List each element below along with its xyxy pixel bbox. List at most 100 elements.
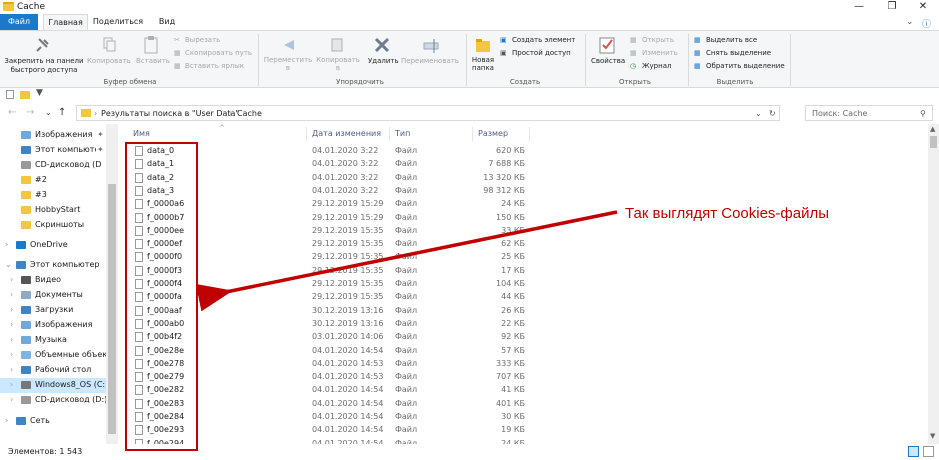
properties-icon [599, 37, 615, 54]
address-dropdown-icon[interactable]: ⌄ [755, 109, 762, 118]
nav-item[interactable]: › Документы [0, 288, 106, 303]
file-date: 04.01.2020 3:22 [312, 159, 379, 169]
rename-button[interactable]: Переименовать [401, 57, 459, 65]
large-icons-view-icon[interactable] [923, 446, 934, 457]
minimize-icon[interactable]: — [852, 1, 866, 12]
expand-chevron-icon[interactable]: › [10, 365, 13, 374]
nav-item[interactable]: ⌄ Этот компьютер [0, 258, 106, 273]
maximize-icon[interactable]: ❐ [885, 1, 899, 12]
details-view-icon[interactable] [908, 446, 919, 457]
expand-chevron-icon[interactable]: › [10, 380, 13, 389]
breadcrumb-cache[interactable]: Cache [237, 109, 262, 118]
select-all-button[interactable]: Выделить все [706, 36, 757, 44]
nav-item[interactable]: › Рабочий стол [0, 363, 106, 378]
column-header-date[interactable]: Дата изменения [312, 129, 381, 138]
expand-chevron-down-icon[interactable]: ⌄ [5, 260, 12, 269]
nav-item[interactable]: › Объемные объект [0, 348, 106, 363]
paste-shortcut-button[interactable]: Вставить ярлык [185, 62, 244, 70]
tab-view[interactable]: Вид [152, 14, 182, 30]
expand-chevron-icon[interactable]: › [10, 395, 13, 404]
file-list-scrollbar-thumb[interactable] [930, 136, 937, 148]
nav-item[interactable]: › Загрузки [0, 303, 106, 318]
forward-arrow-icon[interactable]: → [26, 107, 34, 118]
copy-to-button[interactable]: Копировать в [313, 56, 363, 72]
nav-item[interactable]: › OneDrive [0, 238, 106, 253]
nav-item[interactable]: › Музыка [0, 333, 106, 348]
tab-share[interactable]: Поделиться [92, 14, 144, 30]
close-icon[interactable]: ✕ [916, 1, 930, 12]
help-icon[interactable]: ⓘ [922, 17, 931, 30]
new-item-button[interactable]: Создать элемент [512, 36, 575, 44]
column-header-size[interactable]: Размер [478, 129, 508, 138]
nav-item[interactable]: › Изображения [0, 318, 106, 333]
new-folder-button[interactable]: Новая папка [468, 56, 498, 72]
nav-scrollbar-thumb[interactable] [108, 184, 116, 434]
easy-access-button[interactable]: Простой доступ [512, 49, 571, 57]
tab-home[interactable]: Главная [43, 14, 88, 30]
expand-chevron-icon[interactable]: › [5, 416, 8, 425]
recent-locations-icon[interactable]: ⌄ [45, 108, 52, 117]
expand-chevron-icon[interactable]: › [10, 305, 13, 314]
nav-item[interactable]: HobbyStart [0, 203, 106, 218]
move-to-button[interactable]: Переместить в [263, 56, 313, 72]
quick-access-toolbar: ▼ [0, 88, 939, 102]
nav-item-label: Объемные объект [35, 350, 106, 359]
expand-chevron-icon[interactable]: › [10, 290, 13, 299]
edit-button[interactable]: Изменить [642, 49, 678, 57]
open-icon: ▦ [630, 36, 637, 44]
search-input[interactable]: Поиск: Cache ⚲ [805, 105, 933, 121]
expand-chevron-icon[interactable]: › [10, 275, 13, 284]
expand-chevron-icon[interactable]: › [10, 320, 13, 329]
history-button[interactable]: Журнал [642, 62, 671, 70]
copy-button[interactable]: Копировать [87, 57, 131, 65]
nav-item-label: CD-дисковод (D [35, 160, 102, 169]
cut-button[interactable]: Вырезать [185, 36, 220, 44]
select-none-button[interactable]: Снять выделение [706, 49, 771, 57]
file-type: Файл [395, 265, 418, 275]
nav-item[interactable]: #2 [0, 173, 106, 188]
file-date: 04.01.2020 14:54 [312, 345, 384, 355]
nav-item[interactable]: › Видео [0, 273, 106, 288]
properties-button[interactable]: Свойства [591, 57, 625, 65]
properties-small-icon[interactable] [6, 90, 14, 99]
nav-item[interactable]: CD-дисковод (D [0, 158, 106, 173]
column-header-name[interactable]: Имя [133, 129, 150, 138]
customize-toolbar-icon[interactable]: ▼ [36, 88, 43, 98]
scroll-up-icon[interactable]: ▲ [930, 125, 935, 133]
file-type: Файл [395, 239, 418, 249]
file-size: 25 КБ [501, 252, 525, 262]
copy-path-button[interactable]: Скопировать путь [185, 49, 252, 57]
address-bar[interactable]: › Результаты поиска в "User Data" › Cach… [76, 105, 780, 121]
expand-chevron-icon[interactable]: › [10, 350, 13, 359]
file-list-scrollbar[interactable]: ▲ ▼ [928, 124, 939, 444]
computer-icon [16, 261, 26, 269]
invert-selection-button[interactable]: Обратить выделение [706, 62, 785, 70]
chevron-down-icon[interactable]: ⌄ [906, 17, 914, 27]
tab-file[interactable]: Файл [0, 14, 38, 30]
delete-button[interactable]: Удалить [368, 57, 399, 65]
back-arrow-icon[interactable]: ← [8, 107, 16, 118]
new-folder-small-icon[interactable] [20, 91, 30, 99]
cd-drive-icon [21, 396, 31, 404]
column-header-type[interactable]: Тип [395, 129, 410, 138]
nav-item[interactable]: Скриншоты [0, 218, 106, 233]
expand-chevron-icon[interactable]: › [5, 240, 8, 249]
refresh-icon[interactable]: ↻ [769, 109, 776, 118]
pin-quick-access-button[interactable]: Закрепить на панели быстрого доступа [4, 57, 84, 75]
file-type: Файл [395, 185, 418, 195]
expand-chevron-icon[interactable]: › [10, 335, 13, 344]
nav-item[interactable]: › Windows8_OS (C:) [0, 378, 106, 393]
nav-item[interactable]: › Сеть [0, 414, 106, 429]
open-button[interactable]: Открыть [642, 36, 674, 44]
scroll-down-icon[interactable]: ▼ [930, 432, 935, 440]
nav-item[interactable]: › CD-дисковод (D:) 1 [0, 393, 106, 408]
nav-item[interactable]: Этот компьютер✦ [0, 143, 106, 158]
up-arrow-icon[interactable]: ↑ [58, 107, 66, 118]
nav-scrollbar[interactable] [106, 124, 118, 444]
breadcrumb-search-results[interactable]: Результаты поиска в "User Data" [101, 109, 239, 118]
paste-button[interactable]: Вставить [136, 57, 170, 65]
nav-item[interactable]: Изображения ✦ [0, 128, 106, 143]
copy-path-icon: ▦ [174, 49, 181, 57]
nav-item[interactable]: #3 [0, 188, 106, 203]
move-to-icon [284, 40, 294, 50]
